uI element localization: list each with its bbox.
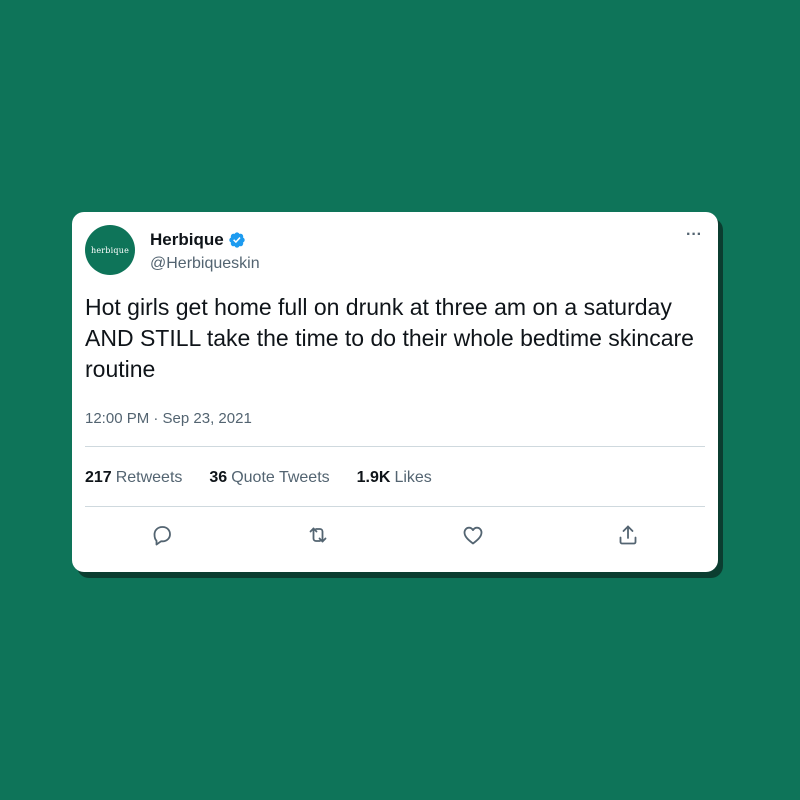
tweet-text: Hot girls get home full on drunk at thre… — [85, 294, 694, 382]
avatar-logo-text: herbique — [91, 245, 129, 255]
display-name[interactable]: Herbique — [150, 230, 224, 250]
likes-count: 1.9K — [356, 469, 391, 486]
tweet-timestamp[interactable]: 12:00 PM · Sep 23, 2021 — [85, 410, 252, 427]
quote-tweets-stat[interactable]: 36 Quote Tweets — [209, 469, 329, 487]
avatar[interactable]: herbique — [85, 225, 135, 275]
likes-label: Likes — [394, 469, 432, 486]
like-icon[interactable] — [460, 522, 486, 548]
retweets-count: 217 — [85, 469, 112, 486]
more-options-icon[interactable]: ··· — [686, 226, 702, 244]
author-name-row: Herbique — [150, 230, 246, 250]
tweet-card: herbique Herbique @Herbiqueskin ··· Hot … — [72, 212, 718, 572]
quote-tweets-label: Quote Tweets — [231, 469, 330, 486]
handle[interactable]: @Herbiqueskin — [150, 255, 260, 273]
share-icon[interactable] — [615, 522, 641, 548]
engagement-stats: 217 Retweets 36 Quote Tweets 1.9K Likes — [85, 469, 459, 487]
divider — [85, 506, 705, 507]
tweet-actions — [72, 522, 718, 548]
verified-badge-icon — [228, 231, 246, 249]
likes-stat[interactable]: 1.9K Likes — [357, 469, 432, 487]
retweets-stat[interactable]: 217 Retweets — [85, 469, 182, 487]
retweet-icon[interactable] — [305, 522, 331, 548]
divider — [85, 446, 705, 447]
reply-icon[interactable] — [149, 522, 175, 548]
retweets-label: Retweets — [115, 469, 183, 486]
quote-tweets-count: 36 — [209, 469, 228, 486]
